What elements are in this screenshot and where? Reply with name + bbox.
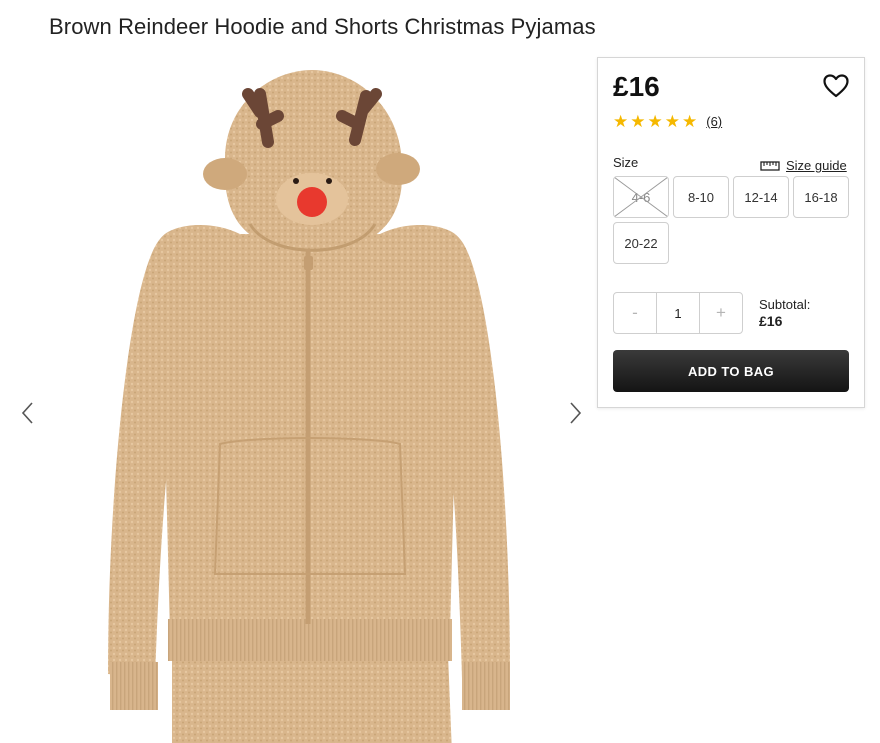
price: £16 xyxy=(613,71,660,102)
quantity-increase-button[interactable]: + xyxy=(700,293,742,333)
size-option-label: 16-18 xyxy=(804,189,838,205)
star-icon: ★ xyxy=(613,112,629,131)
star-icon: ★ xyxy=(647,112,663,131)
size-option-label: 8-10 xyxy=(687,189,715,205)
quantity-stepper: - 1 + xyxy=(613,292,743,334)
star-icon: ★ xyxy=(630,112,646,131)
size-label: Size xyxy=(613,155,639,170)
review-count-link[interactable]: (6) xyxy=(706,114,722,129)
star-half-icon: ★ xyxy=(682,112,698,131)
ruler-icon xyxy=(760,160,780,171)
wishlist-button[interactable] xyxy=(823,73,849,99)
heart-icon xyxy=(823,74,849,98)
chevron-right-icon xyxy=(570,402,582,424)
add-to-bag-button[interactable]: ADD TO BAG xyxy=(613,350,849,392)
unavailable-cross-icon xyxy=(614,177,668,217)
size-option-16-18[interactable]: 16-18 xyxy=(793,176,849,218)
product-gallery xyxy=(0,56,600,743)
size-guide-label: Size guide xyxy=(786,158,847,173)
gallery-next-button[interactable] xyxy=(564,401,588,425)
size-option-12-14[interactable]: 12-14 xyxy=(733,176,789,218)
subtotal-amount: £16 xyxy=(759,313,783,329)
size-option-8-10[interactable]: 8-10 xyxy=(673,176,729,218)
quantity-decrease-button[interactable]: - xyxy=(614,293,656,333)
chevron-left-icon xyxy=(21,402,33,424)
size-option-4-6[interactable]: 4-6 xyxy=(613,176,669,218)
star-icon: ★ xyxy=(664,112,680,131)
subtotal: Subtotal: £16 xyxy=(759,297,810,329)
product-image xyxy=(108,70,510,743)
product-title: Brown Reindeer Hoodie and Shorts Christm… xyxy=(49,14,596,39)
rating: ★ ★ ★ ★ ★ (6) xyxy=(613,113,722,130)
purchase-panel: £16 ★ ★ ★ ★ ★ (6) Size Size guide 4-6 8-… xyxy=(597,57,865,408)
size-option-20-22[interactable]: 20-22 xyxy=(613,222,669,264)
size-option-label: 12-14 xyxy=(744,189,778,205)
gallery-prev-button[interactable] xyxy=(15,401,39,425)
quantity-value[interactable]: 1 xyxy=(656,293,700,333)
size-guide-link[interactable]: Size guide xyxy=(760,158,847,173)
size-option-label: 20-22 xyxy=(624,235,658,251)
subtotal-label: Subtotal: xyxy=(759,297,811,312)
